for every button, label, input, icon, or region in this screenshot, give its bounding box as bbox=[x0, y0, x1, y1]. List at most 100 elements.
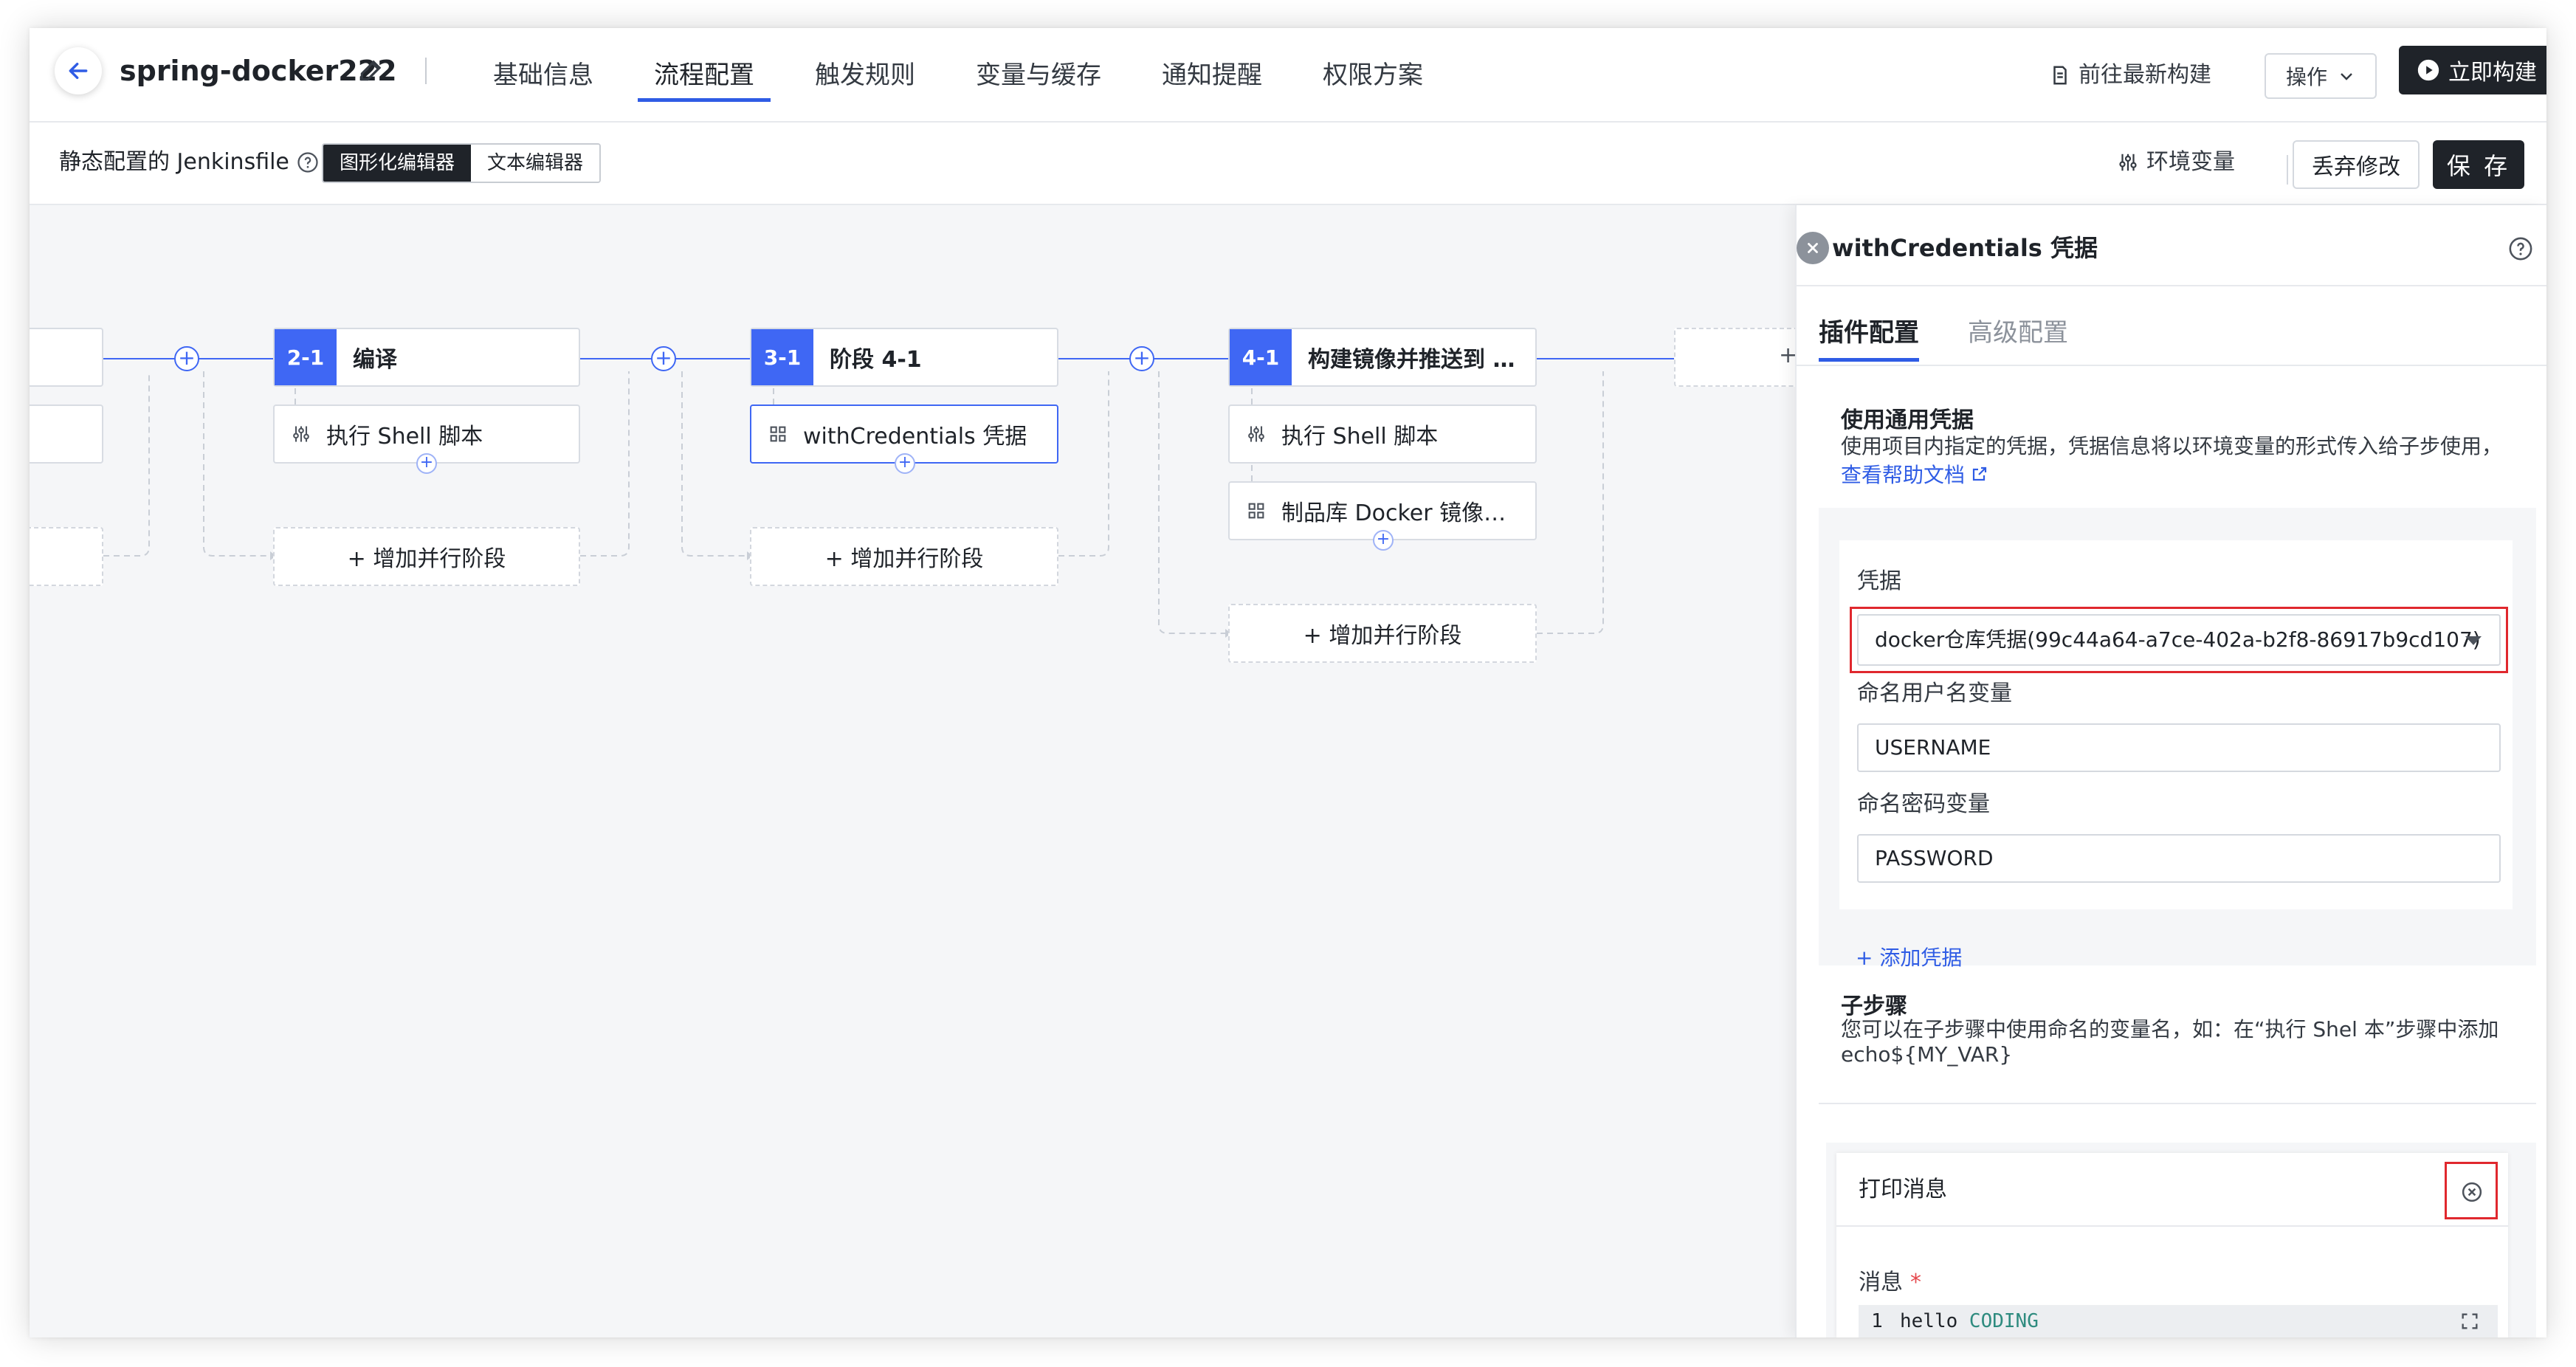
help-doc-label: 查看帮助文档 bbox=[1841, 463, 1966, 487]
tab-permissions[interactable]: 权限方案 bbox=[1323, 28, 1423, 123]
message-label-text: 消息 bbox=[1859, 1270, 1903, 1295]
stage-number: 4-1 bbox=[1230, 329, 1292, 385]
main-nav: 基础信息 流程配置 触发规则 变量与缓存 通知提醒 权限方案 bbox=[493, 28, 1484, 123]
build-now-label: 立即构建 bbox=[2448, 60, 2537, 86]
stage-1-head-partial[interactable] bbox=[30, 328, 103, 387]
discard-changes-button[interactable]: 丢弃修改 bbox=[2293, 140, 2420, 189]
stage-head-3-1[interactable]: 3-1 阶段 4-1 bbox=[750, 328, 1058, 387]
static-jenkinsfile-text: 静态配置的 Jenkinsfile bbox=[59, 149, 289, 175]
panel-tabs: 插件配置 高级配置 bbox=[1819, 313, 2068, 362]
section-title: 使用通用凭据 bbox=[1841, 407, 1974, 433]
sliders-icon bbox=[1248, 426, 1264, 442]
goto-latest-label: 前往最新构建 bbox=[2079, 62, 2211, 88]
add-step-button[interactable]: + bbox=[416, 453, 437, 474]
text-editor-button[interactable]: 文本编辑器 bbox=[471, 145, 600, 182]
stage-number: 2-1 bbox=[275, 329, 337, 385]
add-parallel-stage-button[interactable]: + 增加并行阶段 bbox=[1228, 604, 1537, 663]
add-step-button[interactable]: + bbox=[895, 453, 915, 474]
close-icon bbox=[1808, 243, 1818, 253]
panel-tabs-divider bbox=[1797, 365, 2546, 366]
tab-notifications[interactable]: 通知提醒 bbox=[1162, 28, 1262, 123]
add-parallel-stage-button[interactable]: + 增加并行阶段 bbox=[750, 527, 1058, 586]
stage-name: 阶段 4-1 bbox=[830, 347, 922, 373]
app-window: spring-docker222 基础信息 流程配置 触发规则 变量与缓存 通知… bbox=[30, 28, 2546, 1337]
back-button[interactable] bbox=[55, 47, 102, 94]
editor-mode-switch: 图形化编辑器 文本编辑器 bbox=[322, 143, 602, 183]
substep-card-title: 打印消息 bbox=[1859, 1177, 1947, 1202]
external-link-icon bbox=[1972, 466, 1987, 481]
stage-name: 编译 bbox=[353, 347, 397, 373]
expand-icon[interactable] bbox=[2459, 1311, 2480, 1332]
grid-icon bbox=[1248, 503, 1264, 519]
sliders-icon bbox=[2119, 154, 2137, 171]
username-var-input[interactable]: USERNAME bbox=[1857, 723, 2501, 772]
build-now-button[interactable]: 立即构建 bbox=[2399, 46, 2546, 94]
substep-list: 打印消息 消息 * 1 hello CODING bbox=[1826, 1143, 2536, 1337]
panel-title: withCredentials 凭据 bbox=[1832, 234, 2098, 262]
help-doc-link[interactable]: 查看帮助文档 bbox=[1841, 459, 1988, 489]
username-var-label: 命名用户名变量 bbox=[1857, 681, 2012, 706]
password-var-label: 命名密码变量 bbox=[1857, 791, 1990, 817]
stage-head-4-1[interactable]: 4-1 构建镜像并推送到 C... bbox=[1228, 328, 1537, 387]
document-icon bbox=[2053, 66, 2067, 85]
static-jenkinsfile-label: 静态配置的 Jenkinsfile bbox=[59, 143, 319, 182]
message-code-editor[interactable]: 1 hello CODING bbox=[1859, 1305, 2498, 1337]
tab-pipeline-config[interactable]: 流程配置 bbox=[638, 28, 771, 123]
tab-variables-cache[interactable]: 变量与缓存 bbox=[976, 28, 1101, 123]
password-var-input[interactable]: PASSWORD bbox=[1857, 834, 2501, 883]
top-header: spring-docker222 基础信息 流程配置 触发规则 变量与缓存 通知… bbox=[30, 28, 2546, 123]
toolbar-divider bbox=[2287, 155, 2288, 185]
sliders-icon bbox=[293, 426, 309, 442]
substep-card-print-message: 打印消息 消息 * 1 hello CODING bbox=[1836, 1153, 2508, 1337]
graphic-editor-button[interactable]: 图形化编辑器 bbox=[323, 145, 472, 182]
panel-divider bbox=[1797, 285, 2546, 286]
project-name: spring-docker222 bbox=[120, 55, 397, 87]
save-button[interactable]: 保 存 bbox=[2433, 140, 2524, 189]
code-keyword: CODING bbox=[1969, 1310, 2039, 1332]
goto-latest-build-link[interactable]: 前往最新构建 bbox=[2049, 56, 2211, 94]
env-vars-button[interactable]: 环境变量 bbox=[2117, 143, 2235, 182]
help-circle-icon[interactable] bbox=[2508, 236, 2533, 261]
env-vars-label: 环境变量 bbox=[2146, 149, 2235, 175]
add-parallel-stage-button[interactable]: + 增加并行阶段 bbox=[273, 527, 580, 586]
help-circle-icon[interactable] bbox=[297, 151, 319, 173]
step-shell-script[interactable]: 执行 Shell 脚本 bbox=[1228, 404, 1537, 464]
code-line: hello CODING bbox=[1900, 1305, 2039, 1337]
add-step-button[interactable]: + bbox=[1373, 530, 1394, 551]
step-label: 执行 Shell 脚本 bbox=[326, 424, 483, 450]
substep-description: 您可以在子步骤中使用命名的变量名，如：在“执行 Shel 本”步骤中添加 ech… bbox=[1841, 1017, 2499, 1067]
credentials-card: 凭据 docker仓库凭据(99c44a64-a7ce-402a-b2f8-86… bbox=[1839, 540, 2513, 909]
stage-1-step-partial[interactable] bbox=[30, 404, 103, 464]
tab-basic-info[interactable]: 基础信息 bbox=[493, 28, 593, 123]
step-config-panel: withCredentials 凭据 插件配置 高级配置 使用通用凭据 使用项目… bbox=[1795, 205, 2546, 1337]
tab-advanced-config[interactable]: 高级配置 bbox=[1968, 313, 2068, 362]
step-label: 制品库 Docker 镜像上... bbox=[1281, 500, 1525, 526]
credential-label: 凭据 bbox=[1857, 568, 1901, 594]
add-stage-button[interactable]: + bbox=[174, 346, 199, 371]
add-stage-button[interactable]: + bbox=[651, 346, 676, 371]
play-circle-icon bbox=[2417, 59, 2439, 81]
tab-plugin-config[interactable]: 插件配置 bbox=[1819, 313, 1919, 362]
operations-dropdown[interactable]: 操作 bbox=[2265, 53, 2377, 99]
edit-icon[interactable] bbox=[357, 56, 385, 84]
stage-name: 构建镜像并推送到 C... bbox=[1308, 347, 1521, 373]
stage-number: 3-1 bbox=[751, 329, 813, 385]
pipeline-canvas[interactable]: + + + 2-1 编译 执行 Shell 脚本 + + 增加并行阶段 3-1 … bbox=[30, 205, 1822, 1337]
step-label: 执行 Shell 脚本 bbox=[1281, 424, 1439, 450]
add-stage-button[interactable]: + bbox=[1129, 346, 1154, 371]
credential-highlight bbox=[1850, 607, 2508, 673]
editor-toolbar: 静态配置的 Jenkinsfile 图形化编辑器 文本编辑器 环境变量 丢弃修改… bbox=[30, 123, 2546, 205]
stage-head-2-1[interactable]: 2-1 编译 bbox=[273, 328, 580, 387]
substep-card-header: 打印消息 bbox=[1836, 1153, 2508, 1227]
add-credential-link[interactable]: + 添加凭据 bbox=[1856, 942, 1962, 971]
required-mark: * bbox=[1910, 1270, 1921, 1295]
close-panel-button[interactable] bbox=[1797, 232, 1829, 264]
line-number: 1 bbox=[1871, 1310, 1883, 1332]
credentials-section: 凭据 docker仓库凭据(99c44a64-a7ce-402a-b2f8-86… bbox=[1819, 508, 2536, 970]
substep-title: 子步骤 bbox=[1841, 994, 1907, 1019]
stage-1-add-parallel-partial[interactable] bbox=[30, 527, 103, 586]
grid-icon bbox=[770, 426, 786, 442]
step-label: withCredentials 凭据 bbox=[803, 424, 1027, 450]
operations-label: 操作 bbox=[2285, 65, 2327, 89]
tab-trigger-rules[interactable]: 触发规则 bbox=[815, 28, 915, 123]
